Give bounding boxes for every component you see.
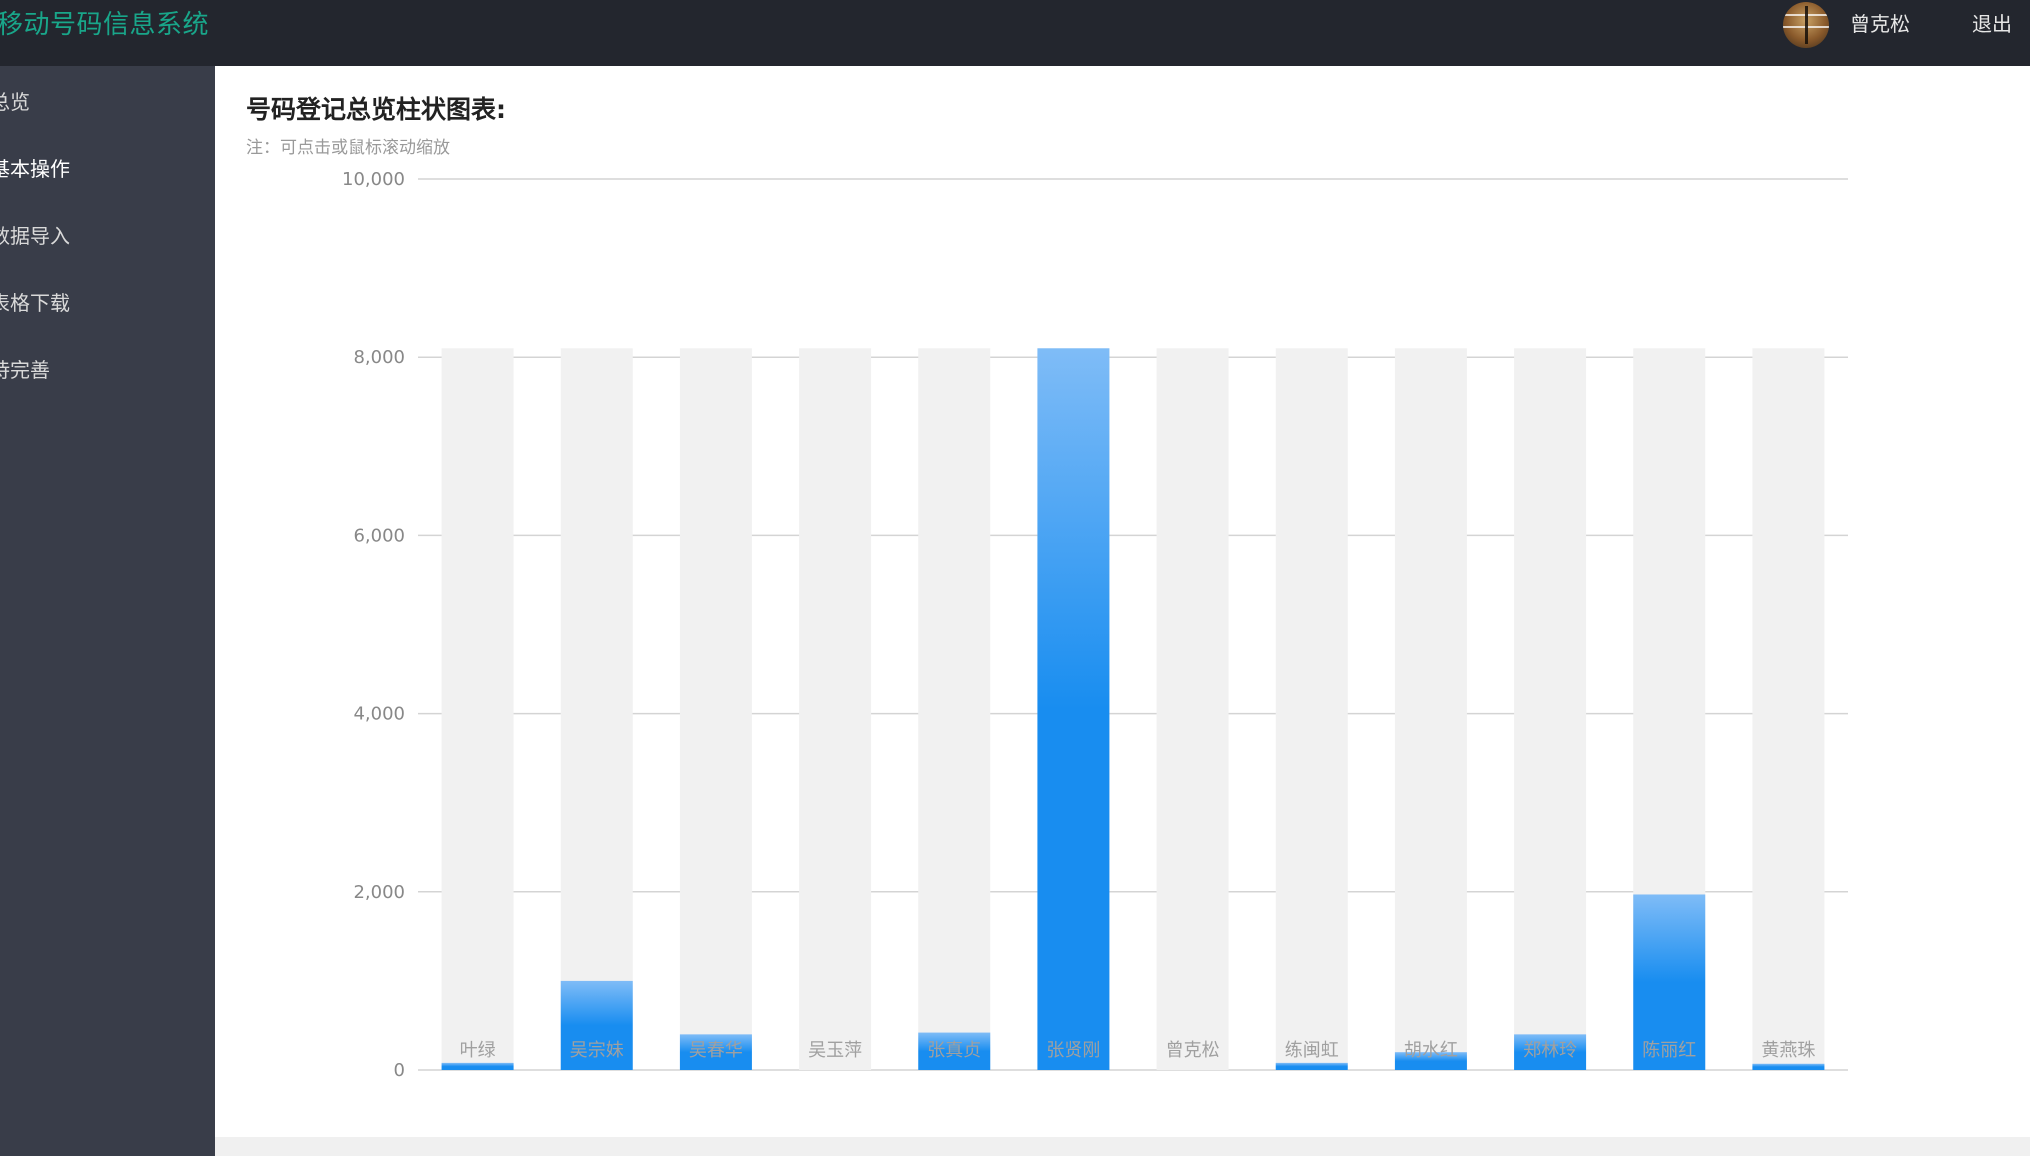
background-bar: [1275, 348, 1348, 1070]
category-label: 陈丽红: [1642, 1040, 1696, 1061]
bar-chart[interactable]: 叶绿 吴宗妹 吴春华 吴玉萍 张真贞 张贤刚 曾克松 练闽虹 胡水红 郑林玲 陈丽红 黄燕珠 0 2,0…: [0, 0, 2030, 1156]
y-tick-label: 4,000: [353, 704, 405, 725]
background-bar: [560, 348, 633, 1070]
bar: [1275, 1062, 1348, 1070]
category-label: 黄燕珠: [1761, 1040, 1815, 1061]
category-label: 张真贞: [927, 1040, 981, 1061]
background-bar: [799, 348, 872, 1070]
category-label: 练闽虹: [1285, 1040, 1339, 1061]
background-bar: [918, 348, 991, 1070]
background-bar: [1514, 348, 1587, 1070]
y-tick-label: 0: [394, 1060, 405, 1081]
background-bar: [679, 348, 752, 1070]
y-tick-label: 6,000: [353, 525, 405, 546]
category-label: 叶绿: [460, 1040, 496, 1061]
background-bar: [1156, 348, 1229, 1070]
background-bar: [1394, 348, 1467, 1070]
category-label: 张贤刚: [1046, 1040, 1100, 1061]
bar: [441, 1062, 514, 1070]
category-label: 吴宗妹: [570, 1040, 624, 1061]
y-tick-label: 8,000: [353, 347, 405, 368]
category-label: 曾克松: [1166, 1040, 1220, 1061]
category-label: 郑林玲: [1523, 1040, 1577, 1061]
y-tick-label: 2,000: [353, 882, 405, 903]
category-label: 胡水红: [1404, 1040, 1458, 1061]
category-labels: 叶绿 吴宗妹 吴春华 吴玉萍 张真贞 张贤刚 曾克松 练闽虹 胡水红 郑林玲 陈丽红 黄燕珠: [460, 1040, 1816, 1061]
category-label: 吴春华: [689, 1040, 743, 1061]
bar: [1752, 1063, 1825, 1070]
category-label: 吴玉萍: [808, 1040, 862, 1061]
data-bars: [441, 348, 1825, 1070]
background-bars: [441, 348, 1825, 1070]
bar: [1037, 348, 1110, 1070]
background-bar: [441, 348, 514, 1070]
y-tick-label: 10,000: [342, 169, 405, 190]
y-axis: 0 2,000 4,000 6,000 8,000 10,000: [342, 169, 405, 1081]
background-bar: [1752, 348, 1825, 1070]
